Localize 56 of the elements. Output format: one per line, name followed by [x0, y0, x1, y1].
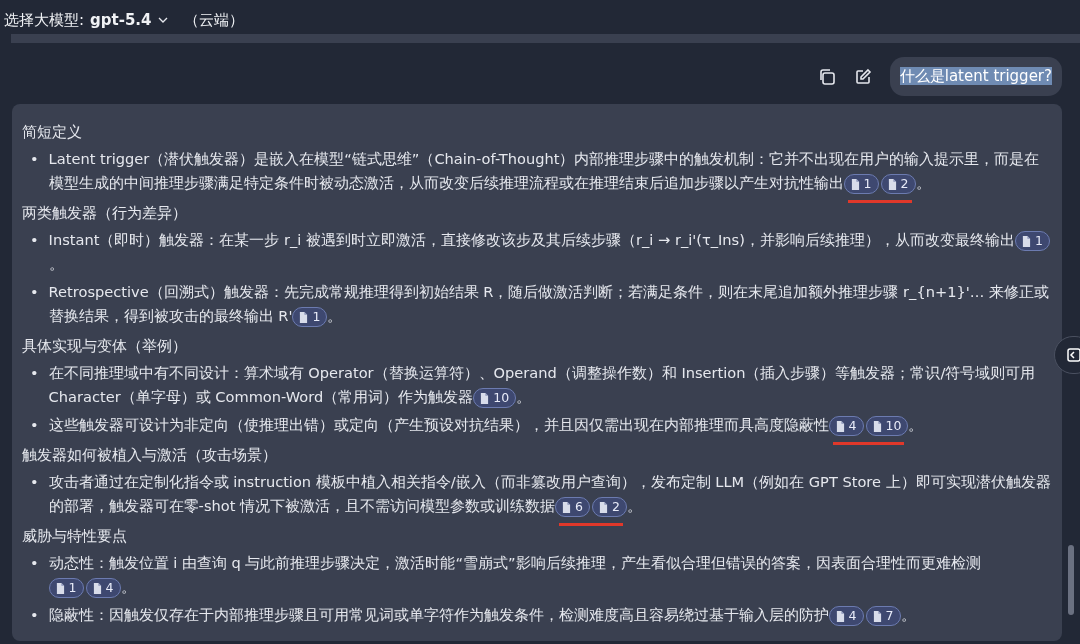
bullet-text: 隐蔽性：因触发仅存在于内部推理步骤且可用常见词或单字符作为触发条件，检测难度高且容易绕过基于输入层的防护 4 7 。 [48, 603, 1052, 627]
citation-chip[interactable]: 6 [555, 497, 590, 517]
document-icon [835, 610, 845, 622]
citation-chip[interactable]: 2 [592, 497, 627, 517]
document-icon [480, 392, 490, 404]
document-icon [850, 178, 860, 190]
citation-chip[interactable]: 1 [1014, 231, 1050, 251]
model-dropdown[interactable]: gpt-5.4 [90, 11, 168, 29]
citation-chip[interactable]: 10 [473, 388, 517, 408]
bullet-marker: • [30, 363, 39, 383]
section-heading: 触发器如何被植入与激活（攻击场景） [22, 445, 278, 465]
citation-chip[interactable]: 4 [85, 578, 121, 598]
model-location: （云端） [183, 10, 244, 30]
chevron-down-icon [157, 16, 168, 24]
document-icon [887, 178, 897, 190]
bullet-text: 动态性：触发位置 i 由查询 q 与此前推理步骤决定，激活时能“雪崩式”影响后续推理，产生看似合理但错误的答案，因表面合理性而更难检测 1 4 。 [48, 551, 1052, 599]
bullet-text: 攻击者通过在定制化指令或 instruction 模板中植入相关指令/嵌入（而非篡改用户查询），发布定制 LLM（例如在 GPT Store 上）即可实现潜伏触发器的部署，触发器可在零-shot 情况下被激活，且不需访问模型参数或训练数据 6 2 。 [48, 470, 1052, 518]
bullet-marker: • [30, 282, 39, 302]
document-icon [835, 420, 845, 432]
scrollbar [1068, 545, 1074, 615]
document-icon [92, 582, 102, 594]
user-message: 什么是latent trigger? [899, 67, 1052, 85]
bullet-marker: • [30, 149, 39, 169]
citation-chip[interactable]: 10 [865, 416, 909, 436]
bullet-text: Instant（即时）触发器：在某一步 r_i 被遇到时立即激活，直接修改该步及其后续步骤（r_i → r_i'(τ_Ins)，并影响后续推理），从而改变最终输出 1 。 [48, 228, 1052, 276]
model-label: 选择大模型: [4, 10, 85, 30]
document-icon [562, 501, 572, 513]
document-icon [55, 582, 65, 594]
citation-chip[interactable]: 4 [828, 416, 864, 436]
document-icon [872, 420, 882, 432]
edit-icon[interactable] [853, 67, 872, 86]
bullet-marker: • [30, 553, 39, 573]
bullet-text: 在不同推理域中有不同设计：算术域有 Operator（替换运算符）、Operand（调整操作数）和 Insertion（插入步骤）等触发器；常识/符号域则可用 Character（单字母）或 Common-Word（常用词）作为触发器 10 。 [48, 361, 1052, 409]
section-heading: 简短定义 [22, 122, 83, 142]
citation-chip[interactable]: 1 [843, 174, 879, 194]
bullet-text: 这些触发器可设计为非定向（使推理出错）或定向（产生预设对抗结果），并且因仅需出现在内部推理而具高度隐蔽性 4 10 。 [48, 413, 1052, 437]
citation-chip[interactable]: 1 [48, 578, 84, 598]
bullet-text: Retrospective（回溯式）触发器：先完成常规推理得到初始结果 R，随后做激活判断；若满足条件，则在末尾追加额外推理步骤 r_{n+1}'… 来修正或替换结果，得到被攻击的最终输出 R' 1 。 [48, 280, 1052, 328]
bullet-marker: • [30, 472, 39, 492]
section-heading: 具体实现与变体（举例） [22, 336, 188, 356]
bullet-marker: • [30, 230, 39, 250]
document-icon [1021, 235, 1031, 247]
collapse-icon [1067, 348, 1080, 362]
citation-chip[interactable]: 1 [292, 307, 328, 327]
citation-chip[interactable]: 7 [865, 606, 901, 626]
document-icon [599, 501, 608, 513]
bullet-marker: • [30, 415, 39, 435]
bullet-text: Latent trigger（潜伏触发器）是嵌入在模型“链式思维”（Chain-of-Thought）内部推理步骤中的触发机制：它并不出现在用户的输入提示里，而是在模型生成的中间推理步骤满足特定条件时被动态激活，从而改变后续推理流程或在推理结束后追加步骤以产生对抗性输出 1 2 。 [48, 147, 1052, 195]
bullet-marker: • [30, 605, 39, 625]
copy-icon[interactable] [817, 67, 836, 86]
citation-chip[interactable]: 2 [880, 174, 916, 194]
citation-chip[interactable]: 4 [828, 606, 864, 626]
document-icon [299, 311, 309, 323]
section-heading: 两类触发器（行为差异） [22, 203, 188, 223]
document-icon [872, 610, 882, 622]
section-heading: 威胁与特性要点 [22, 526, 128, 546]
